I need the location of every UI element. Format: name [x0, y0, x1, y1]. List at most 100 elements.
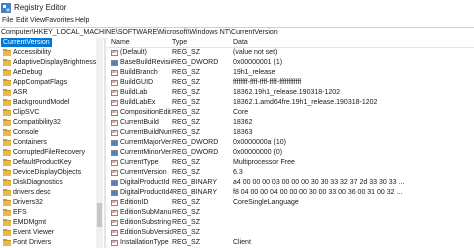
string-value-icon: [111, 169, 118, 176]
binary-value-icon: [111, 190, 118, 196]
value-data: 18362: [233, 119, 253, 126]
tree-item-font-drivers[interactable]: Font Drivers: [0, 238, 96, 247]
tree-item-containers[interactable]: Containers: [0, 138, 96, 147]
tree-scrollbar[interactable]: [96, 38, 103, 248]
string-value-icon: [111, 159, 118, 166]
binary-value-icon: [111, 180, 118, 186]
column-header-type[interactable]: Type: [172, 39, 187, 46]
value-row[interactable]: EditionSubVersionREG_SZ: [107, 228, 474, 237]
tree-item-label: BackgroundModel: [13, 99, 70, 106]
menu-view[interactable]: View: [30, 17, 45, 24]
pane-splitter[interactable]: [104, 38, 106, 248]
value-name: EditionSubManu...: [120, 209, 172, 216]
value-type: REG_DWORD: [172, 149, 219, 156]
string-value-icon: [111, 119, 118, 126]
tree-item-corruptedfilerecovery[interactable]: CorruptedFileRecovery: [0, 148, 96, 157]
string-value-icon: [111, 219, 118, 226]
value-type: REG_SZ: [172, 99, 201, 106]
address-path[interactable]: Computer\HKEY_LOCAL_MACHINE\SOFTWARE\Mic…: [1, 29, 278, 36]
folder-icon: [3, 159, 11, 166]
tree-scrollbar-thumb[interactable]: [97, 203, 102, 227]
value-name: BuildGUID: [120, 79, 154, 86]
value-data: 0x00000001 (1): [233, 59, 283, 66]
value-row[interactable]: BuildGUID REG_SZ ffffffff-ffff-ffff-ffff-f…: [107, 78, 474, 87]
value-data: 0x0000000a (10): [233, 139, 286, 146]
string-value-icon: [111, 129, 118, 136]
value-row[interactable]: CurrentType REG_SZ Multiprocessor Free: [107, 158, 474, 167]
value-type: REG_DWORD: [172, 59, 219, 66]
tree-item-emdmgmt[interactable]: EMDMgmt: [0, 218, 96, 227]
tree-item-console[interactable]: Console: [0, 128, 96, 137]
value-row[interactable]: EditionID REG_SZ CoreSingleLanguage: [107, 198, 474, 207]
tree-item-adaptivedisplaybrightness[interactable]: AdaptiveDisplayBrightness: [0, 58, 96, 67]
tree-item-event-viewer[interactable]: Event Viewer: [0, 228, 96, 237]
value-type: REG_BINARY: [172, 189, 217, 196]
value-row[interactable]: EditionSubManu...REG_SZ: [107, 208, 474, 217]
column-header-name[interactable]: Name: [111, 39, 130, 46]
value-row[interactable]: DigitalProductId4 REG_BINARY f8 04 00 00 0…: [107, 188, 474, 197]
value-name: DigitalProductId4: [120, 189, 172, 196]
value-row[interactable]: DigitalProductId REG_BINARY a4 00 00 00 03…: [107, 178, 474, 187]
tree-item-aedebug[interactable]: AeDebug: [0, 68, 96, 77]
value-data: CoreSingleLanguage: [233, 199, 299, 206]
value-type: REG_SZ: [172, 89, 201, 96]
value-row[interactable]: BuildLab REG_SZ 18362.19h1_release.190318-…: [107, 88, 474, 97]
value-row[interactable]: EditionSubstringREG_SZ: [107, 218, 474, 227]
menu-help[interactable]: Help: [75, 17, 89, 24]
string-value-icon: [111, 79, 118, 86]
string-value-icon: [111, 239, 118, 246]
tree-item-backgroundmodel[interactable]: BackgroundModel: [0, 98, 96, 107]
value-data: 0x00000000 (0): [233, 149, 283, 156]
value-name: BuildLab: [120, 89, 148, 96]
tree-item-defaultproductkey[interactable]: DefaultProductKey: [0, 158, 96, 167]
value-data: 6.3: [233, 169, 243, 176]
values-header: Name Type Data: [107, 38, 474, 48]
value-type: REG_SZ: [172, 209, 201, 216]
menu-file[interactable]: File: [2, 17, 13, 24]
value-row[interactable]: CurrentBuild REG_SZ 18362: [107, 118, 474, 127]
value-name: CurrentVersion: [120, 169, 167, 176]
folder-icon: [3, 239, 11, 246]
menu-edit[interactable]: Edit: [16, 17, 28, 24]
tree-item-drivers32[interactable]: Drivers32: [0, 198, 96, 207]
value-row[interactable]: CurrentMajorVer... REG_DWORD 0x0000000a (1…: [107, 138, 474, 147]
string-value-icon: [111, 99, 118, 106]
tree-item-clipsvc[interactable]: ClipSVC: [0, 108, 96, 117]
tree-item-accessibility[interactable]: Accessibility: [0, 48, 96, 57]
value-row[interactable]: CurrentMinorVer... REG_DWORD 0x00000000 (0…: [107, 148, 474, 157]
tree-item-devicedisplayobjects[interactable]: DeviceDisplayObjects: [0, 168, 96, 177]
value-row[interactable]: BaseBuildRevisio...REG_DWORD 0x00000001 (…: [107, 58, 474, 67]
value-data: f8 04 00 00 04 00 00 00 30 00 33 00 36 0…: [233, 189, 403, 196]
value-row[interactable]: CurrentBuildNum...REG_SZ 18363: [107, 128, 474, 137]
value-row[interactable]: (Default) REG_SZ (value not set): [107, 48, 474, 57]
value-row[interactable]: InstallationTypeREG_SZ Client: [107, 238, 474, 247]
column-header-data[interactable]: Data: [233, 39, 248, 46]
menu-favorites[interactable]: Favorites: [45, 17, 74, 24]
value-row[interactable]: CompositionEdit...REG_SZ Core: [107, 108, 474, 117]
values-list[interactable]: Name Type Data (Default) REG_SZ (value not…: [107, 38, 474, 248]
value-type: REG_SZ: [172, 199, 201, 206]
tree-item-efs[interactable]: EFS: [0, 208, 96, 217]
tree-item-label: Event Viewer: [13, 229, 55, 236]
folder-icon: [3, 209, 11, 216]
binary-value-icon: [111, 150, 118, 156]
value-row[interactable]: BuildLabEx REG_SZ 18362.1.amd64fre.19h1_re…: [107, 98, 474, 107]
value-type: REG_SZ: [172, 119, 201, 126]
tree-item-compatibility32[interactable]: Compatibility32: [0, 118, 96, 127]
tree-item-currentversion[interactable]: CurrentVersion: [0, 38, 96, 47]
tree-item-label: ASR: [13, 89, 28, 96]
value-name: BaseBuildRevisio...: [120, 59, 172, 66]
folder-icon: [3, 149, 11, 156]
value-row[interactable]: BuildBranch REG_SZ 19h1_release: [107, 68, 474, 77]
tree-item-drivers-desc[interactable]: drivers.desc: [0, 188, 96, 197]
value-type: REG_SZ: [172, 79, 201, 86]
tree-item-asr[interactable]: ASR: [0, 88, 96, 97]
tree-item-appcompatflags[interactable]: AppCompatFlags: [0, 78, 96, 87]
folder-icon: [3, 69, 11, 76]
value-row[interactable]: CurrentVersion REG_SZ 6.3: [107, 168, 474, 177]
tree-item-label: CorruptedFileRecovery: [13, 149, 85, 156]
value-data: 18362.19h1_release.190318-1202: [233, 89, 341, 96]
value-data: 18363: [233, 129, 253, 136]
tree-item-diskdiagnostics[interactable]: DiskDiagnostics: [0, 178, 96, 187]
key-tree[interactable]: CurrentVersion Accessibility AdaptiveDis…: [0, 38, 96, 248]
